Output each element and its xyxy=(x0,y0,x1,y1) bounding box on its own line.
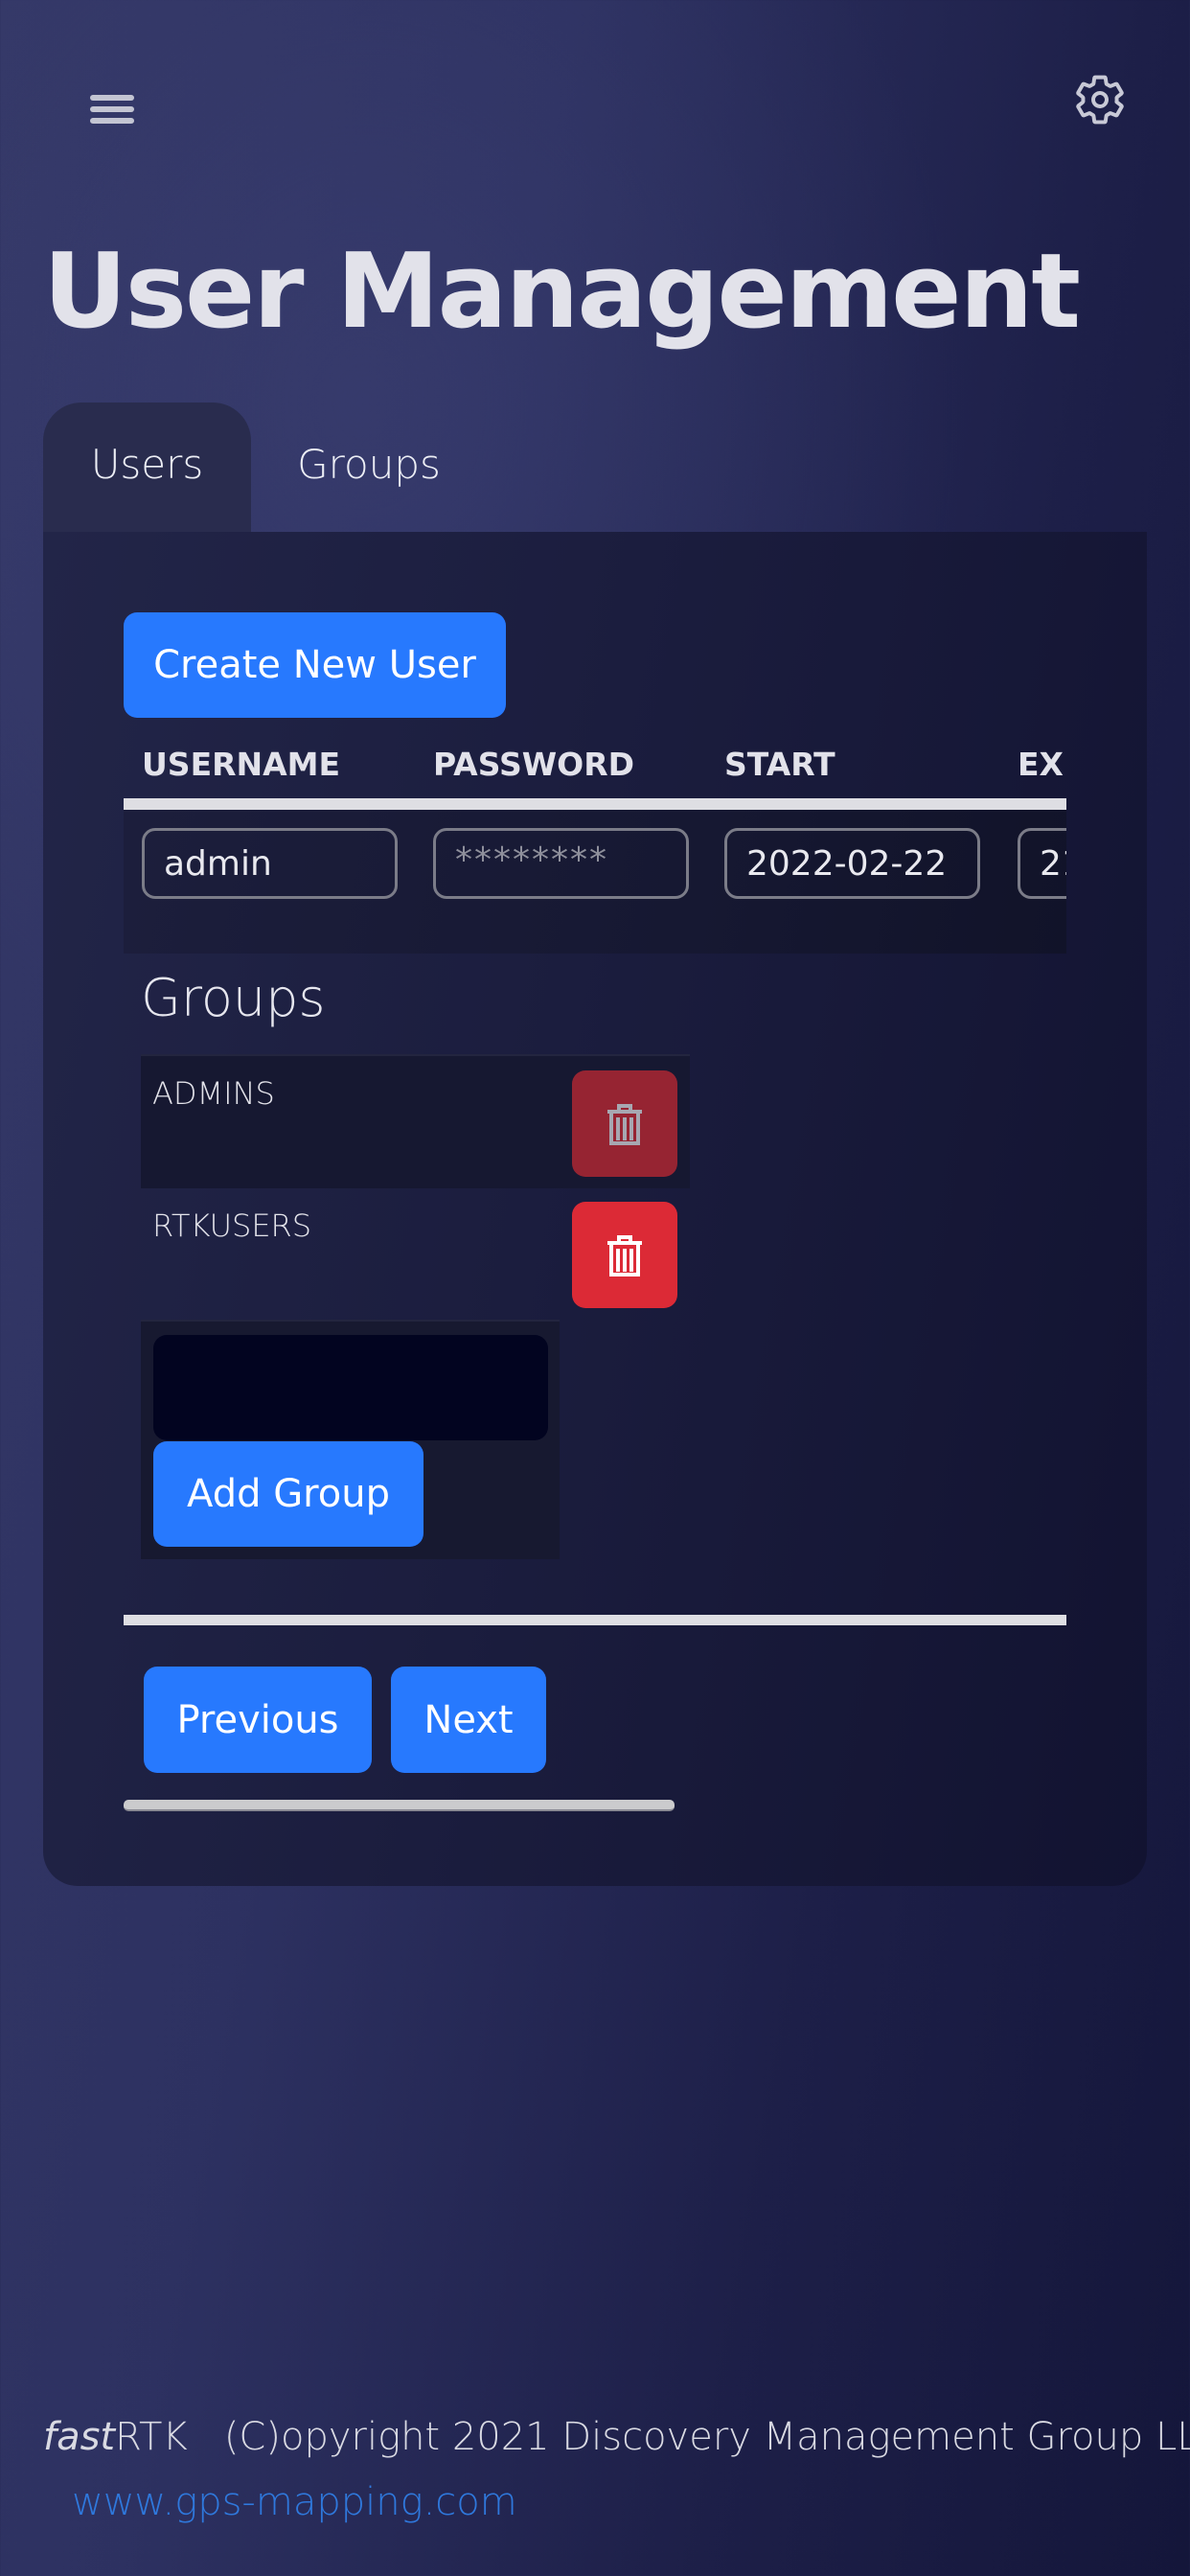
copyright-text: (C)opyright 2021 Discovery Management Gr… xyxy=(223,2415,1190,2459)
column-header-expiry: EXP xyxy=(1018,746,1066,783)
trash-icon xyxy=(607,1103,642,1145)
delete-group-button[interactable] xyxy=(572,1202,677,1308)
website-link[interactable]: www.gps-mapping.com xyxy=(72,2480,517,2524)
tab-groups-label: Groups xyxy=(297,441,441,488)
add-group-button[interactable]: Add Group xyxy=(153,1441,423,1547)
group-name: RTKUSERS xyxy=(152,1208,312,1244)
add-group-form: Add Group xyxy=(141,1320,560,1559)
gear-icon[interactable] xyxy=(1073,73,1127,126)
hamburger-bar xyxy=(90,106,134,112)
brand-rtk: RTK xyxy=(115,2415,188,2459)
tab-users[interactable]: Users xyxy=(43,402,251,532)
next-page-button[interactable]: Next xyxy=(391,1667,546,1773)
start-date-input[interactable]: 2022-02-22 xyxy=(724,828,980,899)
footer-copyright: fastRTK (C)opyright 2021 Discovery Manag… xyxy=(43,2415,1190,2459)
table-footer-divider xyxy=(124,1615,1066,1625)
group-list-item: ADMINS xyxy=(141,1054,690,1188)
column-header-start: START xyxy=(724,746,835,783)
groups-heading: Groups xyxy=(141,968,326,1028)
username-input[interactable]: admin xyxy=(142,828,398,899)
expiry-date-input[interactable]: 21 xyxy=(1018,828,1066,899)
tab-groups[interactable]: Groups xyxy=(263,402,474,532)
group-list-item: RTKUSERS xyxy=(141,1188,690,1321)
column-header-username: USERNAME xyxy=(142,746,341,783)
column-header-password: PASSWORD xyxy=(433,746,635,783)
new-group-input[interactable] xyxy=(153,1335,548,1440)
horizontal-scrollbar[interactable] xyxy=(124,1800,675,1811)
page-title: User Management xyxy=(43,232,1081,352)
hamburger-bar xyxy=(90,95,134,101)
password-input[interactable]: ******** xyxy=(433,828,689,899)
previous-page-button[interactable]: Previous xyxy=(144,1667,372,1773)
hamburger-menu-icon[interactable] xyxy=(90,95,134,124)
create-new-user-button[interactable]: Create New User xyxy=(124,612,506,718)
header-divider xyxy=(124,798,1066,810)
hamburger-bar xyxy=(90,118,134,124)
users-table: USERNAME PASSWORD START EXP admin ******… xyxy=(124,728,1066,954)
delete-group-button[interactable] xyxy=(572,1070,677,1177)
table-row: admin ******** 2022-02-22 21 xyxy=(124,810,1066,954)
trash-icon xyxy=(607,1234,642,1276)
tab-users-label: Users xyxy=(90,441,204,488)
brand-fast: fast xyxy=(43,2415,116,2459)
group-name: ADMINS xyxy=(152,1075,275,1112)
